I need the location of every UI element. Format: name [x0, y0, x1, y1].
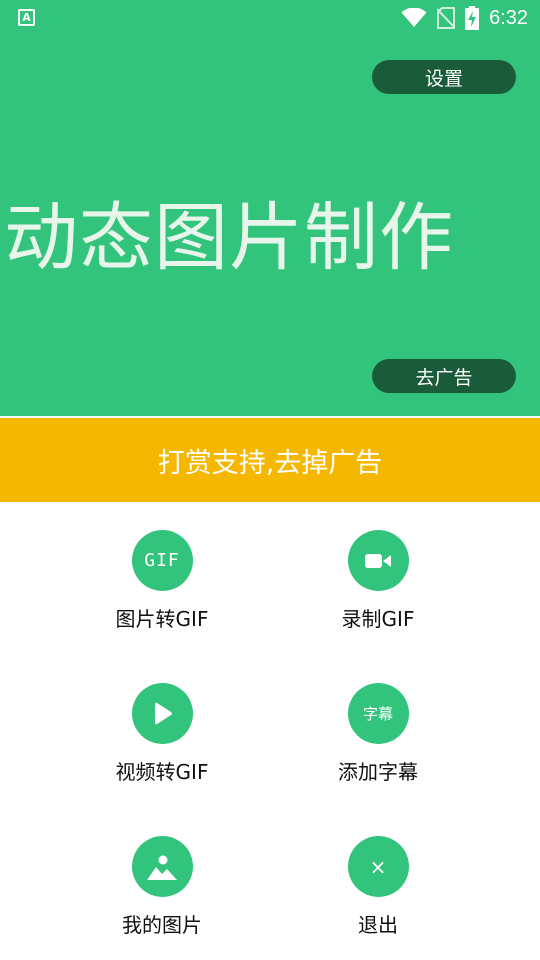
clock: 6:32: [489, 6, 528, 29]
feature-grid: GIF 图片转GIF 录制GIF 视频转GIF 字幕 添加字幕 我的图片 × 退…: [0, 502, 540, 960]
add-subtitle-tile[interactable]: 字幕 添加字幕: [278, 683, 478, 803]
exit-tile[interactable]: × 退出: [278, 836, 478, 956]
gif-icon-text: GIF: [144, 550, 180, 571]
image-to-gif-tile[interactable]: GIF 图片转GIF: [62, 530, 262, 650]
video-to-gif-label: 视频转GIF: [115, 760, 209, 784]
no-sim-icon: [437, 7, 456, 29]
video-to-gif-tile[interactable]: 视频转GIF: [62, 683, 262, 803]
record-gif-label: 录制GIF: [341, 607, 415, 631]
play-icon: [131, 683, 193, 744]
donate-label: 打赏支持,去掉广告: [157, 447, 383, 479]
remove-ads-button[interactable]: 去广告: [372, 359, 516, 393]
hero-banner: 设置 动态图片制作 去广告: [0, 36, 540, 416]
video-camera-icon: [347, 530, 409, 591]
subtitle-icon-text: 字幕: [362, 705, 393, 723]
app-notification-icon: A: [18, 9, 35, 26]
image-icon: [131, 836, 193, 897]
add-subtitle-label: 添加字幕: [338, 760, 418, 784]
gif-icon: GIF: [131, 530, 193, 591]
close-icon: ×: [347, 836, 409, 897]
subtitle-icon: 字幕: [347, 683, 409, 744]
close-icon-text: ×: [369, 854, 387, 879]
settings-button[interactable]: 设置: [372, 60, 516, 94]
my-images-label: 我的图片: [122, 913, 202, 937]
status-bar: A 6:32: [0, 0, 540, 36]
status-icons: 6:32: [401, 4, 528, 32]
donate-button[interactable]: 打赏支持,去掉广告: [0, 418, 540, 502]
app-title: 动态图片制作: [4, 195, 454, 281]
battery-charging-icon: [465, 6, 480, 30]
my-images-tile[interactable]: 我的图片: [62, 836, 262, 956]
wifi-icon: [401, 8, 427, 27]
record-gif-tile[interactable]: 录制GIF: [278, 530, 478, 650]
app-notification-glyph: A: [22, 11, 31, 24]
exit-label: 退出: [358, 913, 398, 937]
image-to-gif-label: 图片转GIF: [115, 607, 209, 631]
